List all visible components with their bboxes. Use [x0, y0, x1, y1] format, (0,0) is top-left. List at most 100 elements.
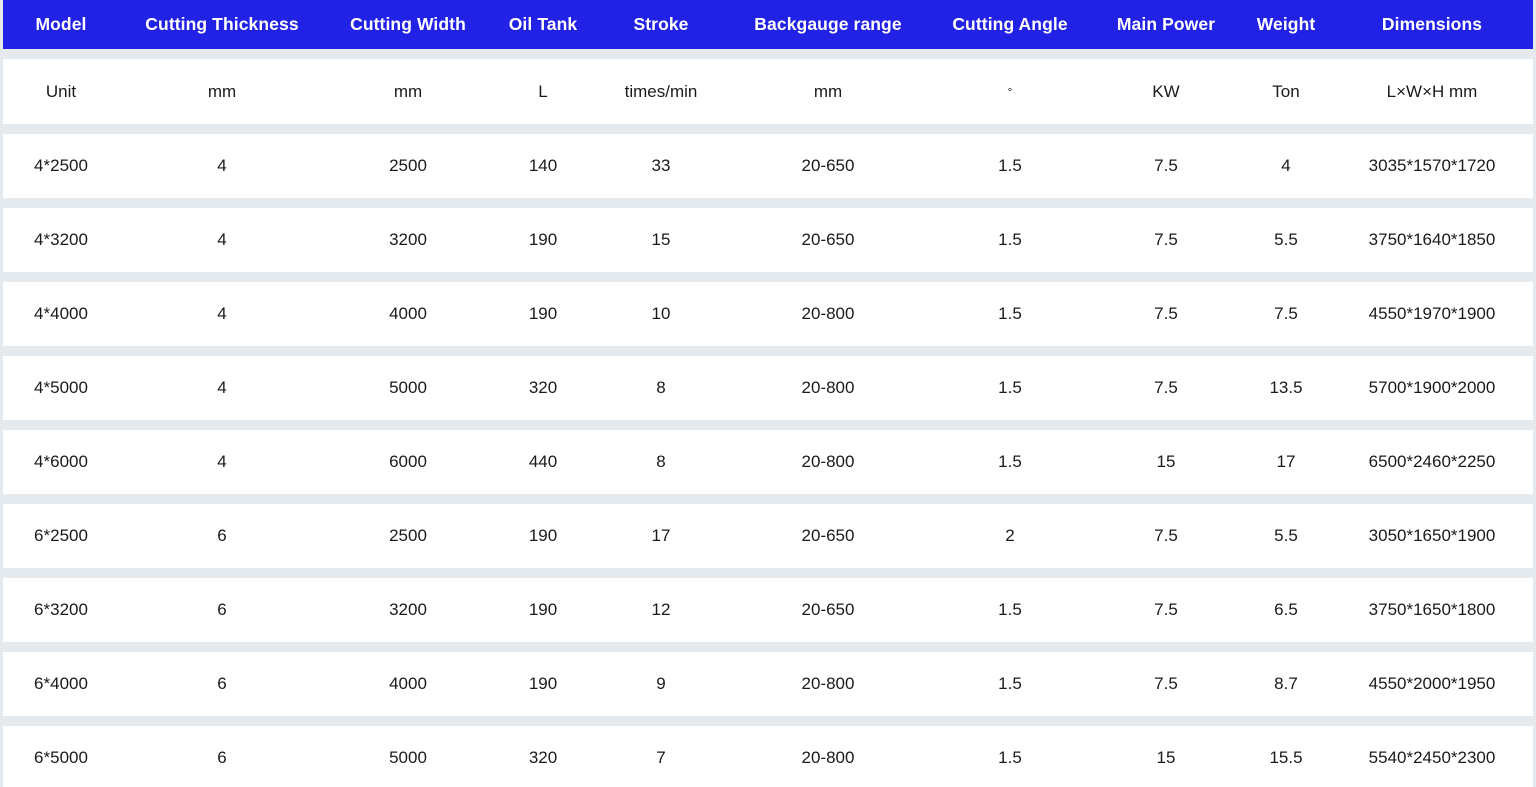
- data-cell-7: 7.5: [1091, 599, 1241, 620]
- data-cell-5: 20-650: [727, 155, 929, 176]
- data-cell-6: 1.5: [929, 599, 1091, 620]
- data-cell-2: 2500: [325, 155, 491, 176]
- data-cell-3: 440: [491, 451, 595, 472]
- data-cell-3: 320: [491, 747, 595, 768]
- data-cell-1: 4: [119, 377, 325, 398]
- table-row: 4*3200432001901520-6501.57.55.53750*1640…: [3, 208, 1533, 272]
- data-cell-0: 4*4000: [3, 303, 119, 324]
- data-cell-1: 6: [119, 525, 325, 546]
- table-row: 4*500045000320820-8001.57.513.55700*1900…: [3, 356, 1533, 420]
- data-cell-3: 140: [491, 155, 595, 176]
- data-cell-4: 17: [595, 525, 727, 546]
- data-cell-0: 4*5000: [3, 377, 119, 398]
- data-cell-2: 3200: [325, 229, 491, 250]
- table-row: 4*4000440001901020-8001.57.57.54550*1970…: [3, 282, 1533, 346]
- data-cell-7: 7.5: [1091, 229, 1241, 250]
- unit-cell-9: L×W×H mm: [1331, 81, 1533, 102]
- data-cell-0: 6*4000: [3, 673, 119, 694]
- data-cell-0: 4*6000: [3, 451, 119, 472]
- data-cell-9: 4550*2000*1950: [1331, 673, 1533, 694]
- data-cell-8: 15.5: [1241, 747, 1331, 768]
- data-cell-2: 4000: [325, 673, 491, 694]
- data-cell-3: 190: [491, 303, 595, 324]
- data-cell-1: 4: [119, 229, 325, 250]
- unit-cell-7: KW: [1091, 81, 1241, 102]
- table-row: 6*500065000320720-8001.51515.55540*2450*…: [3, 726, 1533, 787]
- data-cell-0: 6*2500: [3, 525, 119, 546]
- data-cell-9: 6500*2460*2250: [1331, 451, 1533, 472]
- data-cell-0: 6*5000: [3, 747, 119, 768]
- column-header-1: Cutting Thickness: [119, 14, 325, 36]
- data-cell-3: 320: [491, 377, 595, 398]
- data-cell-1: 6: [119, 747, 325, 768]
- data-cell-0: 4*3200: [3, 229, 119, 250]
- unit-cell-3: L: [491, 81, 595, 102]
- data-cell-8: 5.5: [1241, 525, 1331, 546]
- table-row: 4*600046000440820-8001.515176500*2460*22…: [3, 430, 1533, 494]
- table-row: 4*2500425001403320-6501.57.543035*1570*1…: [3, 134, 1533, 198]
- table-unit-row: UnitmmmmLtimes/minmm°KWTonL×W×H mm: [3, 59, 1533, 124]
- data-cell-2: 5000: [325, 377, 491, 398]
- data-cell-4: 12: [595, 599, 727, 620]
- data-cell-9: 3750*1640*1850: [1331, 229, 1533, 250]
- data-cell-3: 190: [491, 525, 595, 546]
- data-cell-4: 8: [595, 451, 727, 472]
- data-cell-2: 4000: [325, 303, 491, 324]
- unit-cell-0: Unit: [3, 81, 119, 102]
- data-cell-5: 20-800: [727, 451, 929, 472]
- unit-cell-2: mm: [325, 81, 491, 102]
- table-header-row: ModelCutting ThicknessCutting WidthOil T…: [3, 0, 1533, 49]
- data-cell-0: 6*3200: [3, 599, 119, 620]
- data-cell-6: 1.5: [929, 451, 1091, 472]
- data-cell-1: 6: [119, 599, 325, 620]
- data-cell-1: 4: [119, 451, 325, 472]
- data-cell-8: 8.7: [1241, 673, 1331, 694]
- column-header-9: Dimensions: [1331, 14, 1533, 36]
- data-cell-8: 17: [1241, 451, 1331, 472]
- unit-cell-1: mm: [119, 81, 325, 102]
- data-cell-8: 13.5: [1241, 377, 1331, 398]
- data-cell-4: 9: [595, 673, 727, 694]
- column-header-6: Cutting Angle: [929, 14, 1091, 36]
- data-cell-4: 10: [595, 303, 727, 324]
- data-cell-7: 15: [1091, 747, 1241, 768]
- data-cell-1: 4: [119, 155, 325, 176]
- data-cell-6: 1.5: [929, 229, 1091, 250]
- column-header-2: Cutting Width: [325, 14, 491, 36]
- data-cell-6: 2: [929, 525, 1091, 546]
- data-cell-7: 7.5: [1091, 155, 1241, 176]
- data-cell-9: 3035*1570*1720: [1331, 155, 1533, 176]
- data-cell-5: 20-800: [727, 303, 929, 324]
- data-cell-6: 1.5: [929, 747, 1091, 768]
- data-cell-6: 1.5: [929, 303, 1091, 324]
- data-cell-8: 4: [1241, 155, 1331, 176]
- data-cell-3: 190: [491, 229, 595, 250]
- data-cell-3: 190: [491, 599, 595, 620]
- data-cell-2: 6000: [325, 451, 491, 472]
- unit-cell-8: Ton: [1241, 81, 1331, 102]
- data-cell-7: 7.5: [1091, 525, 1241, 546]
- data-cell-4: 15: [595, 229, 727, 250]
- column-header-4: Stroke: [595, 14, 727, 36]
- column-header-7: Main Power: [1091, 14, 1241, 36]
- data-cell-2: 2500: [325, 525, 491, 546]
- data-cell-6: 1.5: [929, 377, 1091, 398]
- data-cell-2: 5000: [325, 747, 491, 768]
- data-cell-0: 4*2500: [3, 155, 119, 176]
- data-cell-5: 20-800: [727, 377, 929, 398]
- data-cell-3: 190: [491, 673, 595, 694]
- data-cell-7: 7.5: [1091, 377, 1241, 398]
- unit-cell-6: °: [929, 81, 1091, 102]
- data-cell-8: 5.5: [1241, 229, 1331, 250]
- data-cell-5: 20-650: [727, 229, 929, 250]
- table-row: 6*3200632001901220-6501.57.56.53750*1650…: [3, 578, 1533, 642]
- column-header-8: Weight: [1241, 14, 1331, 36]
- data-cell-6: 1.5: [929, 673, 1091, 694]
- data-cell-5: 20-650: [727, 599, 929, 620]
- data-cell-5: 20-800: [727, 747, 929, 768]
- data-cell-8: 7.5: [1241, 303, 1331, 324]
- data-cell-5: 20-800: [727, 673, 929, 694]
- data-cell-7: 7.5: [1091, 303, 1241, 324]
- data-cell-9: 5700*1900*2000: [1331, 377, 1533, 398]
- data-cell-2: 3200: [325, 599, 491, 620]
